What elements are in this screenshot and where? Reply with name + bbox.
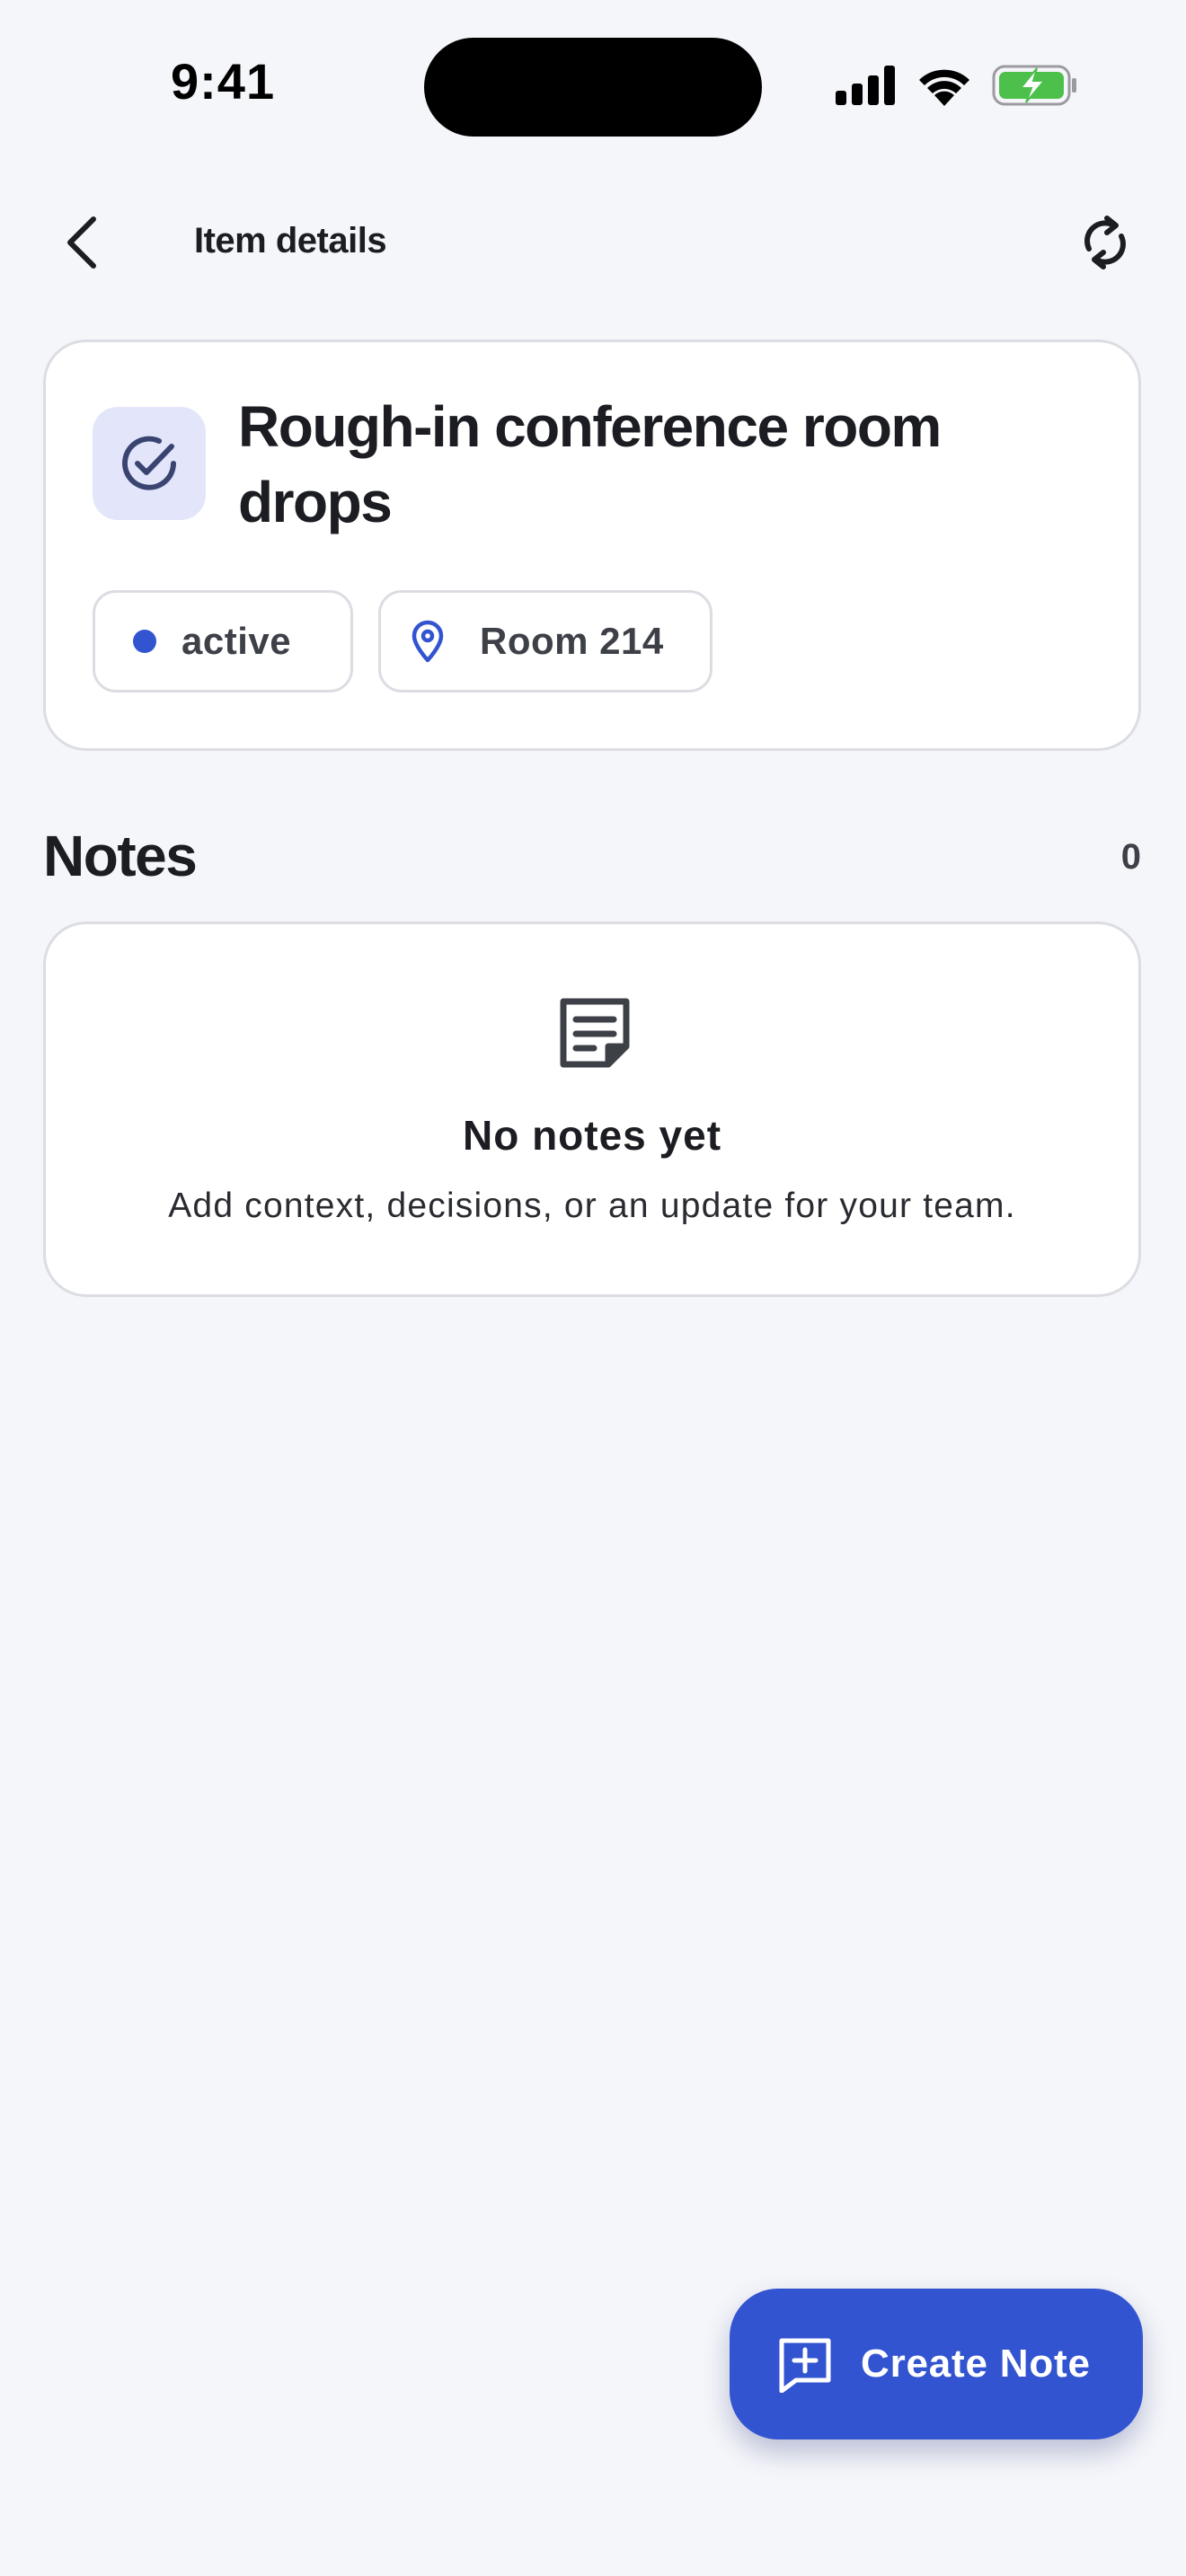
status-dot	[133, 630, 156, 653]
back-button[interactable]	[47, 207, 119, 278]
dynamic-island	[424, 38, 762, 137]
status-label: active	[181, 620, 292, 662]
notes-section-title: Notes	[43, 824, 198, 888]
nav-bar: Item details	[0, 189, 1186, 296]
sticky-note-icon	[560, 998, 630, 1068]
wifi-icon	[919, 69, 969, 106]
page-title: Item details	[194, 221, 387, 260]
cellular-signal-icon	[836, 66, 895, 105]
add-comment-icon	[776, 2335, 834, 2393]
chevron-left-icon	[67, 216, 96, 269]
check-circle-icon	[122, 436, 176, 490]
status-chip[interactable]: active	[93, 590, 353, 693]
empty-state-subtitle: Add context, decisions, or an update for…	[168, 1187, 1016, 1225]
refresh-button[interactable]	[1069, 207, 1141, 278]
notes-count: 0	[1120, 837, 1141, 877]
item-title: Rough-in conference room drops	[238, 394, 942, 534]
location-chip[interactable]: Room 214	[378, 590, 712, 693]
notes-empty-state: No notes yet Add context, decisions, or …	[43, 922, 1141, 1297]
create-note-button[interactable]: Create Note	[730, 2289, 1143, 2439]
status-bar: 9:41	[0, 0, 1186, 162]
battery-charging-icon	[992, 65, 1076, 106]
item-summary-card: Rough-in conference room drops active Ro…	[43, 340, 1141, 751]
status-icons	[836, 65, 1078, 106]
status-time: 9:41	[171, 53, 276, 110]
refresh-icon	[1084, 216, 1126, 269]
notes-section-header: Notes 0	[43, 823, 1141, 895]
item-details-screen: 9:41 Item details Rough-in conference ro…	[0, 0, 1186, 2576]
create-note-label: Create Note	[861, 2342, 1091, 2386]
empty-state-title: No notes yet	[462, 1112, 722, 1159]
location-pin-icon	[410, 619, 446, 664]
location-label: Room 214	[480, 620, 664, 662]
item-icon-tile	[93, 407, 206, 520]
